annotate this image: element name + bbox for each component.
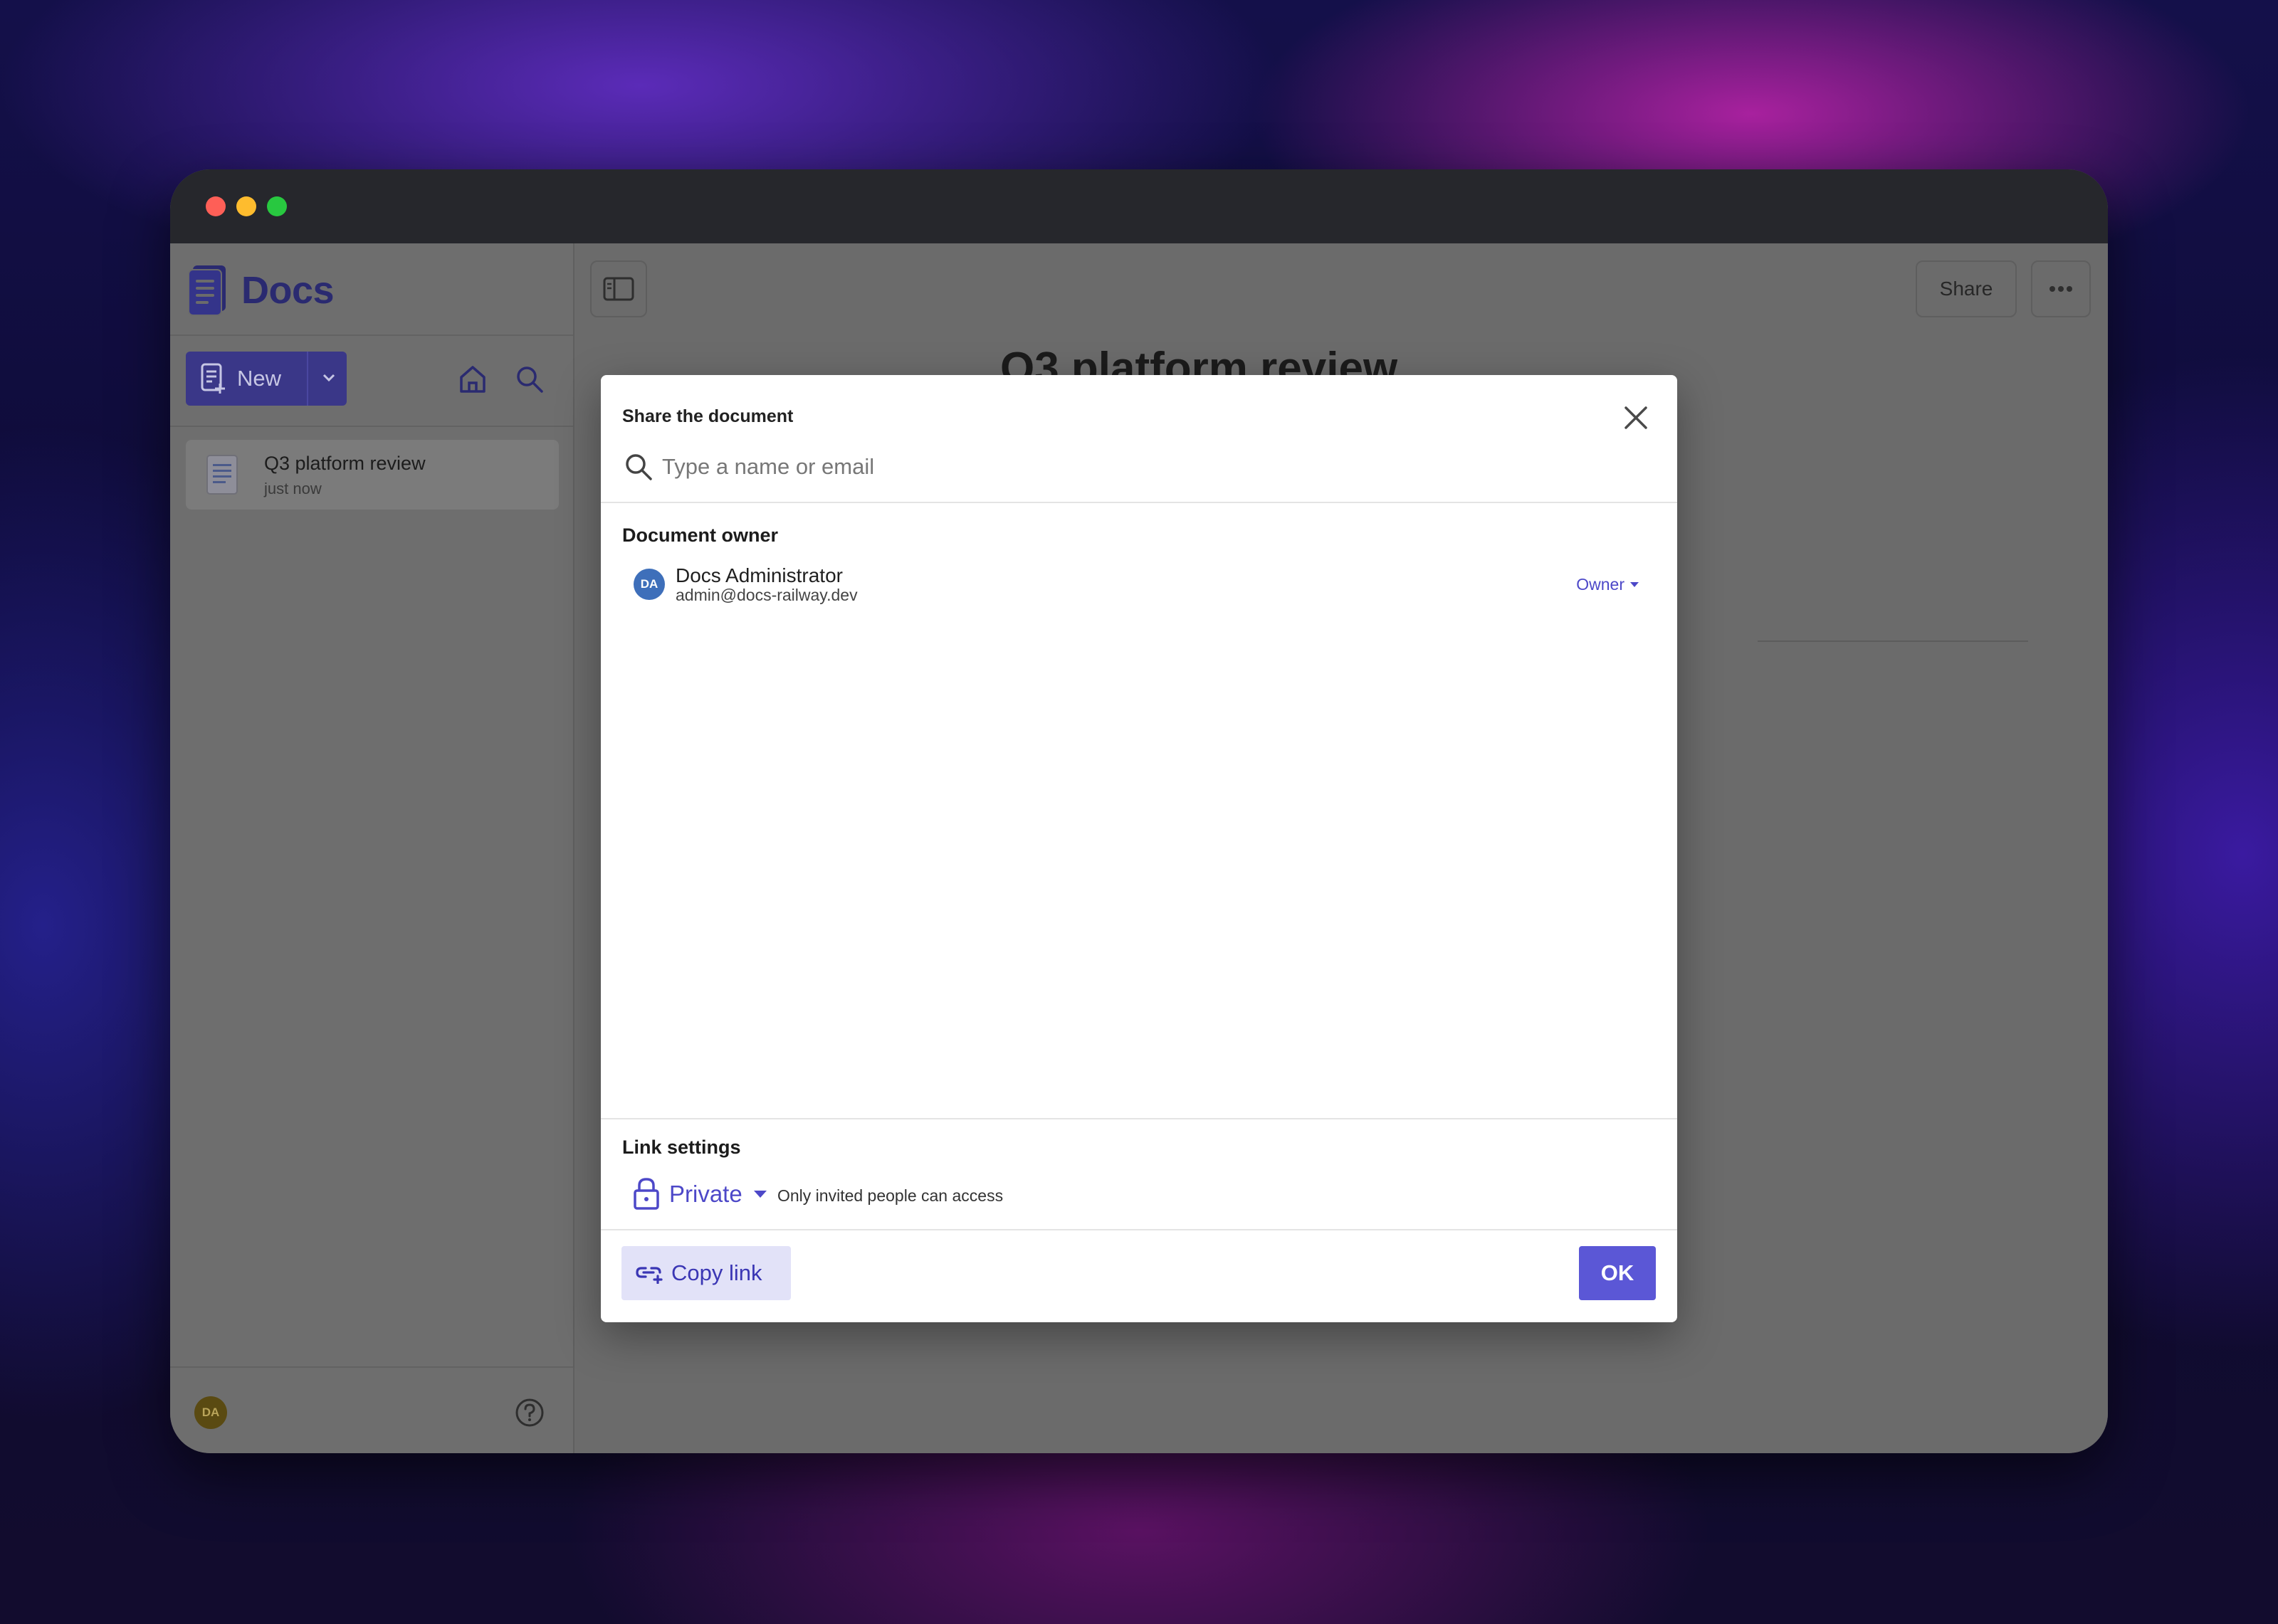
sidebar-toggle-button[interactable]	[590, 260, 647, 317]
more-horizontal-icon	[2049, 286, 2072, 292]
new-button-label: New	[237, 366, 282, 391]
caret-down-icon	[753, 1191, 767, 1198]
sidebar: Docs New Q3 platform review just now DA	[170, 243, 574, 1453]
help-icon[interactable]	[513, 1396, 546, 1429]
search-icon[interactable]	[513, 363, 546, 396]
copy-link-label: Copy link	[671, 1260, 762, 1285]
lock-icon	[634, 1178, 659, 1210]
docs-logo-icon	[188, 265, 226, 316]
caret-down-icon	[1630, 581, 1639, 587]
user-avatar[interactable]: DA	[194, 1396, 227, 1429]
dialog-divider	[601, 502, 1677, 503]
copy-link-button[interactable]: Copy link	[621, 1246, 791, 1300]
close-icon[interactable]	[1622, 404, 1650, 432]
owner-role-label: Owner	[1576, 574, 1624, 594]
new-button-separator	[307, 352, 308, 406]
brand[interactable]: Docs	[187, 262, 335, 319]
document-icon	[206, 455, 238, 495]
window-titlebar	[170, 169, 2108, 243]
doc-item-title: Q3 platform review	[264, 453, 426, 474]
document-owner-heading: Document owner	[622, 524, 779, 546]
share-dialog: Share the document Document owner DA Doc…	[601, 375, 1677, 1322]
chevron-down-icon[interactable]	[318, 367, 340, 389]
link-privacy-select[interactable]: Private	[669, 1179, 767, 1209]
owner-email: admin@docs-railway.dev	[676, 586, 858, 604]
dialog-divider	[601, 1118, 1677, 1119]
document-title-underline	[1758, 640, 2028, 642]
search-icon	[626, 454, 652, 480]
sidebar-panel-icon	[603, 277, 634, 301]
doc-item-timestamp: just now	[264, 480, 322, 497]
close-window-button[interactable]	[206, 196, 226, 216]
sidebar-doc-item[interactable]: Q3 platform review just now	[186, 440, 559, 510]
maximize-window-button[interactable]	[267, 196, 287, 216]
sidebar-footer-divider	[170, 1366, 573, 1368]
share-dialog-title: Share the document	[622, 406, 794, 426]
owner-name: Docs Administrator	[676, 564, 843, 586]
link-privacy-description: Only invited people can access	[777, 1186, 1004, 1205]
new-document-icon	[201, 363, 225, 394]
owner-role-select[interactable]: Owner	[1576, 573, 1639, 596]
ok-button[interactable]: OK	[1579, 1246, 1656, 1300]
link-privacy-label: Private	[669, 1181, 742, 1207]
link-settings-heading: Link settings	[622, 1137, 741, 1158]
dialog-divider	[601, 1229, 1677, 1230]
more-options-button[interactable]	[2031, 260, 2091, 317]
minimize-window-button[interactable]	[236, 196, 256, 216]
share-button[interactable]: Share	[1916, 260, 2017, 317]
sidebar-divider	[170, 334, 573, 336]
brand-name: Docs	[241, 269, 335, 312]
sidebar-divider	[170, 426, 573, 427]
new-document-button[interactable]: New	[186, 352, 347, 406]
link-icon	[636, 1267, 663, 1284]
owner-avatar: DA	[634, 569, 665, 600]
home-icon[interactable]	[456, 363, 489, 396]
share-search-input[interactable]	[662, 449, 1644, 485]
